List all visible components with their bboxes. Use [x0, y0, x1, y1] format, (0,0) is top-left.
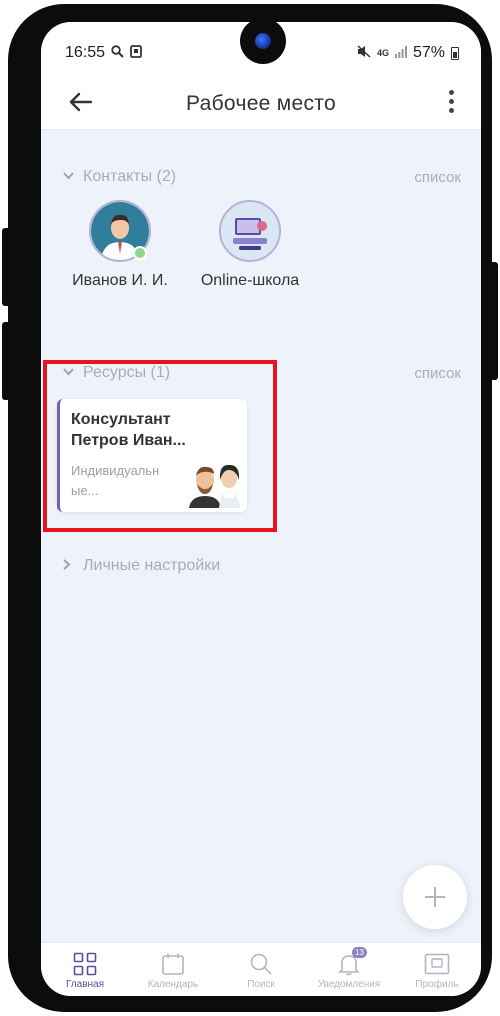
chevron-down-icon: [63, 171, 83, 183]
search-icon: [217, 951, 305, 977]
nav-label: Уведомления: [317, 979, 381, 990]
nav-label: Поиск: [247, 979, 275, 990]
status-bar-left: 16:55: [65, 44, 142, 62]
grid-icon: [41, 951, 129, 977]
page-title: Рабочее место: [186, 92, 336, 115]
chevron-down-icon: [63, 367, 83, 379]
nav-label: Профиль: [415, 979, 459, 990]
nav-profile[interactable]: Профиль: [393, 943, 481, 996]
mute-icon: [357, 45, 371, 61]
network-type-label: 4G: [376, 48, 389, 58]
bottom-navigation: Главная Календарь Поиск 13 Уведомления П…: [41, 942, 481, 996]
resources-section-header[interactable]: Ресурсы (1) список: [63, 362, 461, 384]
notifications-badge: 13: [352, 947, 367, 958]
add-button[interactable]: [403, 865, 467, 929]
front-camera: [240, 18, 286, 64]
status-time: 16:55: [65, 44, 106, 61]
contacts-section-header[interactable]: Контакты (2) список: [63, 166, 461, 188]
resources-section-title: Ресурсы (1): [83, 364, 171, 381]
online-status-dot: [133, 246, 147, 260]
signal-icon: [394, 45, 407, 61]
nav-calendar[interactable]: Календарь: [129, 943, 217, 996]
phone-frame: 16:55 4G 57% Рабочее место Контакты (2) …: [8, 4, 492, 1012]
settings-section-title: Личные настройки: [83, 557, 221, 574]
more-menu-icon[interactable]: [447, 90, 455, 113]
contacts-list-link[interactable]: список: [414, 169, 461, 186]
plus-icon: [425, 887, 445, 907]
consultants-illustration: [185, 458, 247, 508]
bell-icon: [305, 951, 393, 977]
battery-icon: [451, 46, 459, 60]
contact-name: Online-школа: [200, 272, 300, 289]
status-bar-right: 4G 57%: [357, 44, 459, 62]
contacts-section-title: Контакты (2): [83, 168, 177, 185]
resources-list-link[interactable]: список: [414, 365, 461, 382]
contact-name: Иванов И. И.: [72, 272, 168, 289]
nav-label: Главная: [65, 979, 105, 990]
app-screen: 16:55 4G 57% Рабочее место Контакты (2) …: [41, 22, 481, 996]
settings-section-header[interactable]: Личные настройки: [63, 555, 461, 577]
contact-item[interactable]: Иванов И. И.: [67, 200, 173, 290]
resource-card[interactable]: Консультант Петров Иван... Индивидуальн …: [57, 399, 247, 512]
nav-label: Календарь: [147, 979, 199, 990]
calendar-icon: [129, 951, 217, 977]
resource-subtitle: Индивидуальн ые...: [71, 463, 160, 498]
gallery-status-icon: [130, 45, 142, 61]
nav-search[interactable]: Поиск: [217, 943, 305, 996]
search-status-icon: [111, 45, 124, 61]
nav-notifications[interactable]: 13 Уведомления: [305, 943, 393, 996]
profile-card-icon: [393, 951, 481, 977]
resource-title: Консультант Петров Иван...: [71, 411, 186, 449]
nav-home[interactable]: Главная: [41, 943, 129, 996]
battery-percent: 57%: [412, 44, 445, 61]
chevron-right-icon: [63, 559, 83, 573]
app-header: Рабочее место: [41, 82, 481, 130]
contact-item[interactable]: Online-школа: [191, 200, 309, 290]
contact-avatar: [219, 200, 281, 262]
